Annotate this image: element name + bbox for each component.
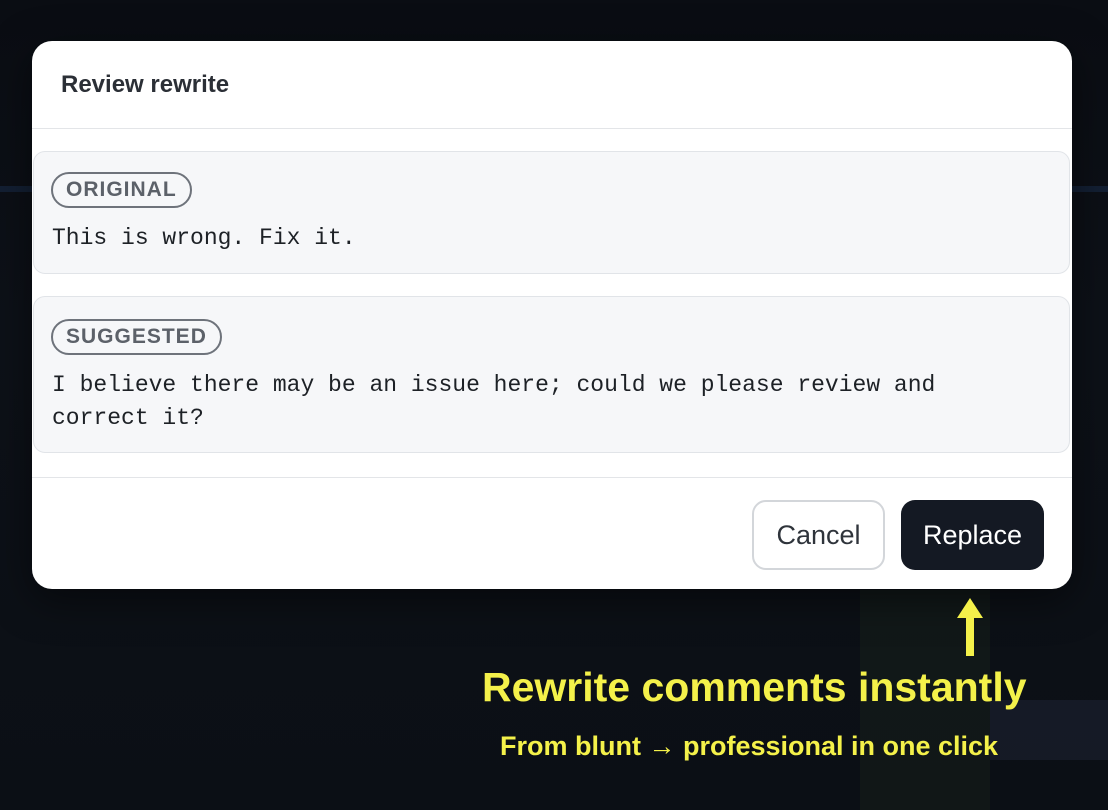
suggested-comment-text: I believe there may be an issue here; co… xyxy=(52,372,950,431)
annotation-subline: From blunt → professional in one click xyxy=(500,731,999,761)
original-badge: ORIGINAL xyxy=(51,172,192,208)
cancel-button[interactable]: Cancel xyxy=(752,500,885,570)
original-comment-text: This is wrong. Fix it. xyxy=(52,225,356,251)
review-rewrite-dialog: Review rewrite ORIGINAL This is wrong. F… xyxy=(32,41,1072,589)
annotation-headline: Rewrite comments instantly xyxy=(482,664,1027,710)
arrow-up-icon xyxy=(957,598,983,656)
replace-button[interactable]: Replace xyxy=(901,500,1044,570)
suggested-comment-card: SUGGESTED I believe there may be an issu… xyxy=(33,296,1070,453)
dialog-header: Review rewrite xyxy=(32,41,1072,129)
suggested-badge: SUGGESTED xyxy=(51,319,222,355)
dialog-title: Review rewrite xyxy=(61,70,230,98)
dialog-footer: Cancel Replace xyxy=(32,477,1072,589)
original-comment-card: ORIGINAL This is wrong. Fix it. xyxy=(33,151,1070,274)
